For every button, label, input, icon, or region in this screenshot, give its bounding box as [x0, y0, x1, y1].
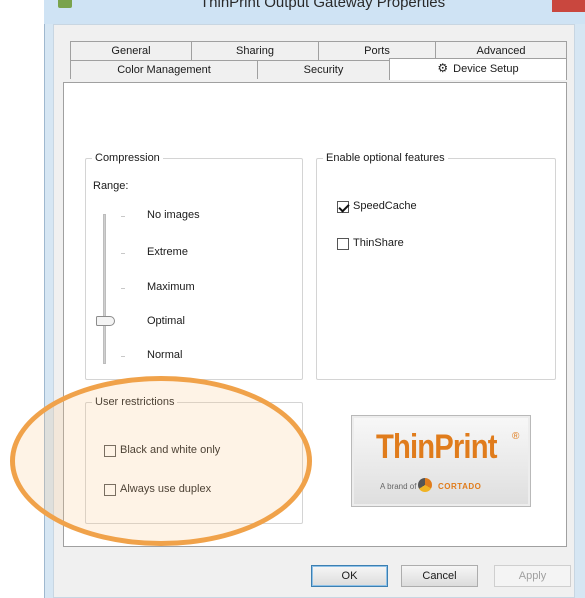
- speedcache-label: SpeedCache: [353, 200, 417, 212]
- tab-device-setup-label: Device Setup: [453, 63, 519, 75]
- tab-sharing[interactable]: Sharing: [191, 41, 319, 60]
- level-maximum: Maximum: [147, 281, 195, 293]
- apply-button[interactable]: Apply: [494, 565, 571, 587]
- window-title: ThinPrint Output Gateway Properties: [200, 0, 446, 11]
- logo-company: CORTADO: [438, 482, 482, 491]
- optional-features-title: Enable optional features: [323, 152, 448, 164]
- level-optimal: Optimal: [147, 315, 185, 327]
- tab-color-management[interactable]: Color Management: [70, 60, 258, 79]
- compression-slider-track[interactable]: [103, 214, 106, 364]
- level-extreme: Extreme: [147, 246, 188, 258]
- logo-brand: ThinPrint: [376, 428, 497, 466]
- tab-security[interactable]: Security: [257, 60, 390, 79]
- optional-features-group: Enable optional features: [316, 152, 556, 380]
- slider-tick: [121, 288, 125, 289]
- compression-title: Compression: [92, 152, 163, 164]
- thinshare-label: ThinShare: [353, 237, 404, 249]
- thinprint-logo: ThinPrint ® A brand of CORTADO: [351, 415, 531, 507]
- slider-tick: [121, 253, 125, 254]
- highlight-ellipse: [10, 376, 312, 546]
- range-label: Range:: [93, 180, 129, 192]
- slider-tick: [121, 356, 125, 357]
- close-button[interactable]: [552, 0, 585, 12]
- cortado-mark-icon: [418, 478, 432, 492]
- slider-tick: [121, 216, 125, 217]
- tab-general[interactable]: General: [70, 41, 192, 60]
- level-normal: Normal: [147, 349, 183, 361]
- logo-registered-mark: ®: [512, 431, 520, 442]
- compression-slider-thumb[interactable]: [96, 316, 115, 326]
- gear-icon: ⚙: [437, 61, 449, 75]
- tab-device-setup[interactable]: ⚙ Device Setup: [389, 58, 567, 80]
- thinshare-checkbox[interactable]: [337, 238, 349, 250]
- level-no-images: No images: [147, 209, 200, 221]
- speedcache-checkbox[interactable]: [337, 201, 349, 213]
- ok-button[interactable]: OK: [311, 565, 388, 587]
- logo-subtitle: A brand of: [380, 482, 417, 491]
- printer-icon: [58, 0, 72, 8]
- cancel-button[interactable]: Cancel: [401, 565, 478, 587]
